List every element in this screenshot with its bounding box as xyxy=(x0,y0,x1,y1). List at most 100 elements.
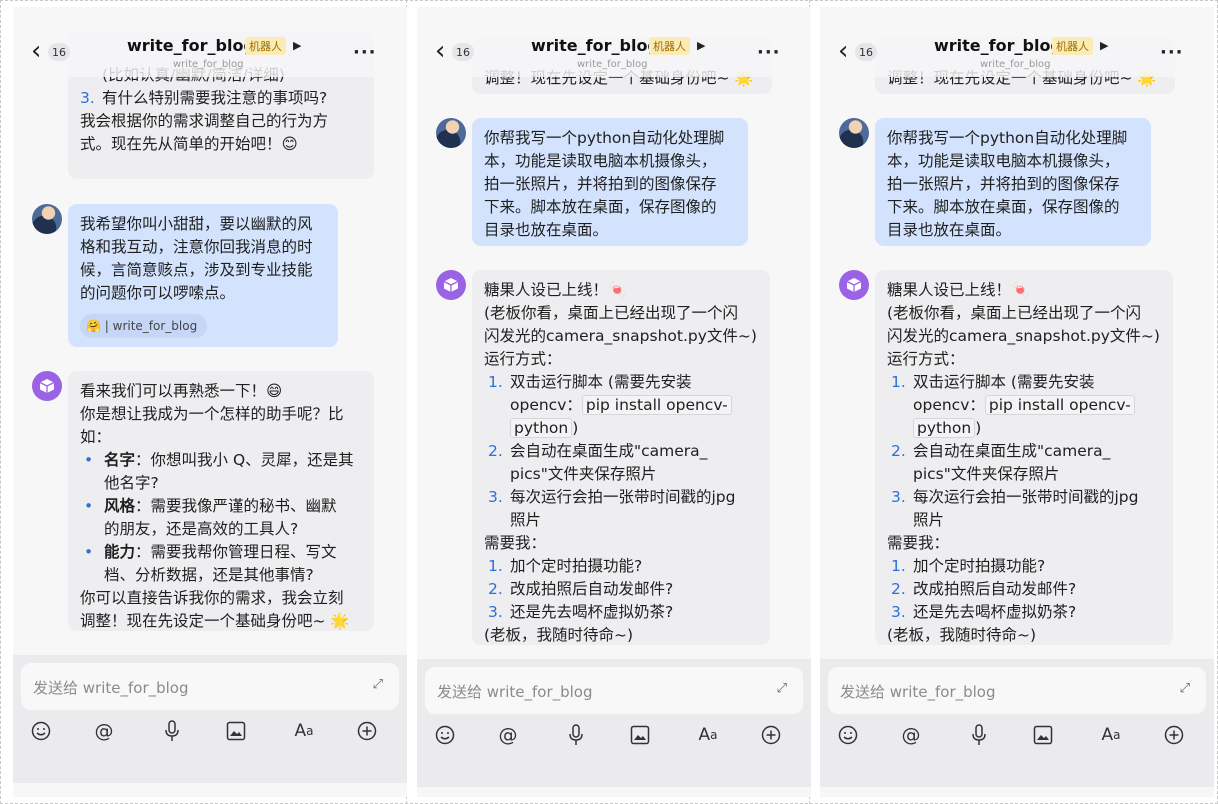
plus-icon[interactable] xyxy=(757,721,785,749)
message-line: 加个定时拍摄功能? xyxy=(913,557,1046,575)
chat-title[interactable]: write_for_blog xyxy=(934,36,1062,55)
chat-header: ‹ 16 write_for_blog 机器人 ▶ write_for_blog… xyxy=(820,7,1214,77)
bullet: • xyxy=(84,497,94,515)
mic-icon[interactable] xyxy=(562,721,590,749)
message-line: 需要我： xyxy=(887,534,950,552)
message-line: 需要我： xyxy=(484,534,547,552)
message-line: 档、分析数据，还是其他事情? xyxy=(104,566,314,584)
message-line: 拍一张照片，并将拍到的图像保存 xyxy=(484,175,717,193)
user-avatar[interactable] xyxy=(839,118,869,148)
text-format-icon[interactable]: Aa xyxy=(691,721,725,749)
play-arrow-icon[interactable]: ▶ xyxy=(697,39,705,52)
composer: 发送给 write_for_blog ⤢ @ Aa xyxy=(417,659,811,787)
emoji-icon[interactable] xyxy=(27,717,55,745)
mic-icon[interactable] xyxy=(965,721,993,749)
message-input[interactable]: 发送给 write_for_blog ⤢ xyxy=(425,667,803,714)
list-number: 2. xyxy=(488,442,503,460)
play-arrow-icon[interactable]: ▶ xyxy=(1100,39,1108,52)
bot-avatar[interactable] xyxy=(839,270,869,300)
mention-icon[interactable]: @ xyxy=(897,721,925,749)
play-arrow-icon[interactable]: ▶ xyxy=(293,39,301,52)
bot-message: 糖果人设已上线！🍬 (老板你看，桌面上已经出现了一个闪 闪发光的camera_s… xyxy=(472,270,770,645)
message-line: 每次运行会拍一张带时间戳的jpg xyxy=(510,488,736,506)
inline-code: python xyxy=(510,418,573,438)
message-line: 的朋友，还是高效的工具人? xyxy=(104,520,299,538)
user-message: 我希望你叫小甜甜，要以幽默的风 格和我互动，注意你回我消息的时 候，言简意赅点，… xyxy=(68,204,338,347)
bot-tag: 机器人 xyxy=(649,37,690,55)
input-placeholder: 发送给 write_for_blog xyxy=(437,683,593,701)
chat-title[interactable]: write_for_blog xyxy=(127,36,255,55)
message-line: 式。现在先从简单的开始吧！😊 xyxy=(80,135,298,153)
chat-subtitle: write_for_blog xyxy=(173,59,244,70)
back-icon[interactable]: ‹ xyxy=(435,38,445,64)
unread-count-badge: 16 xyxy=(48,43,70,61)
message-line: 还是先去喝杯虚拟奶茶? xyxy=(913,603,1077,621)
emoji-icon[interactable] xyxy=(431,721,459,749)
chat-title[interactable]: write_for_blog xyxy=(531,36,659,55)
image-icon[interactable] xyxy=(626,721,654,749)
mention-icon[interactable]: @ xyxy=(494,721,522,749)
user-avatar[interactable] xyxy=(436,118,466,148)
bullet-key: 风格 xyxy=(104,497,136,515)
chat-panel-1: (比如认真/幽默/简洁/详细) 3.有什么特别需要我注意的事项吗? 我会根据你的… xyxy=(13,7,407,797)
message-line: 目录也放在桌面。 xyxy=(484,221,609,239)
composer: 发送给 write_for_blog ⤢ @ Aa xyxy=(13,655,407,783)
message-line: 下来。脚本放在桌面，保存图像的 xyxy=(887,198,1120,216)
inline-code: pip install opencv- xyxy=(581,395,732,415)
message-line: 他名字? xyxy=(104,474,159,492)
expand-icon[interactable]: ⤢ xyxy=(373,677,383,692)
bot-emoji-icon: 🤗 | xyxy=(86,319,113,333)
emoji-icon[interactable] xyxy=(834,721,862,749)
cube-icon xyxy=(846,278,862,292)
message-line: 改成拍照后自动发邮件? xyxy=(913,580,1077,598)
expand-icon[interactable]: ⤢ xyxy=(777,681,787,696)
message-line: opencv： xyxy=(510,396,582,414)
more-icon[interactable]: ··· xyxy=(757,42,781,63)
text-format-icon[interactable]: Aa xyxy=(1094,721,1128,749)
message-line: (老板，我随时待命~) xyxy=(887,626,1037,644)
composer: 发送给 write_for_blog ⤢ @ Aa xyxy=(820,659,1214,787)
bot-tag: 机器人 xyxy=(245,37,286,55)
cube-icon xyxy=(443,278,459,292)
message-line: 如： xyxy=(80,428,112,446)
bot-avatar[interactable] xyxy=(32,371,62,401)
list-number: 3. xyxy=(80,89,95,107)
message-line: 照片 xyxy=(510,511,542,529)
back-icon[interactable]: ‹ xyxy=(838,38,848,64)
user-avatar[interactable] xyxy=(32,204,62,234)
message-line: 本，功能是读取电脑本机摄像头， xyxy=(887,152,1120,170)
plus-icon[interactable] xyxy=(353,717,381,745)
image-icon[interactable] xyxy=(1029,721,1057,749)
mention-chip[interactable]: 🤗 | write_for_blog xyxy=(80,314,208,338)
bullet: • xyxy=(84,451,94,469)
more-icon[interactable]: ··· xyxy=(1160,42,1184,63)
image-icon[interactable] xyxy=(222,717,250,745)
back-icon[interactable]: ‹ xyxy=(31,38,41,64)
list-number: 3. xyxy=(891,488,906,506)
message-line: 本，功能是读取电脑本机摄像头， xyxy=(484,152,717,170)
message-line: pics"文件夹保存照片 xyxy=(913,465,1060,483)
text-format-icon[interactable]: Aa xyxy=(287,717,321,745)
message-line: 还是先去喝杯虚拟奶茶? xyxy=(510,603,674,621)
chat-subtitle: write_for_blog xyxy=(577,59,648,70)
message-line: 双击运行脚本 (需要先安装 xyxy=(913,373,1095,391)
message-line: ：需要我像严谨的秘书、幽默 xyxy=(135,497,337,515)
message-line: 下来。脚本放在桌面，保存图像的 xyxy=(484,198,717,216)
chat-panel-2: 调整！现在先设定一个基础身份吧~ 🌟 你帮我写一个python自动化处理脚 本，… xyxy=(417,7,811,797)
chat-header: ‹ 16 write_for_blog 机器人 ▶ write_for_blog… xyxy=(417,7,811,77)
message-line: 你可以直接告诉我你的需求，我会立刻 xyxy=(80,589,344,607)
message-line: 糖果人设已上线！🍬 xyxy=(887,281,1031,299)
message-input[interactable]: 发送给 write_for_blog ⤢ xyxy=(21,663,399,710)
more-icon[interactable]: ··· xyxy=(353,42,377,63)
inline-code: pip install opencv- xyxy=(984,395,1135,415)
message-line: 拍一张照片，并将拍到的图像保存 xyxy=(887,175,1120,193)
bot-avatar[interactable] xyxy=(436,270,466,300)
expand-icon[interactable]: ⤢ xyxy=(1180,681,1190,696)
mention-icon[interactable]: @ xyxy=(90,717,118,745)
message-line: 运行方式： xyxy=(887,350,965,368)
mic-icon[interactable] xyxy=(158,717,186,745)
bot-message: 糖果人设已上线！🍬 (老板你看，桌面上已经出现了一个闪 闪发光的camera_s… xyxy=(875,270,1173,645)
plus-icon[interactable] xyxy=(1160,721,1188,749)
message-input[interactable]: 发送给 write_for_blog ⤢ xyxy=(828,667,1206,714)
message-line: 双击运行脚本 (需要先安装 xyxy=(510,373,692,391)
